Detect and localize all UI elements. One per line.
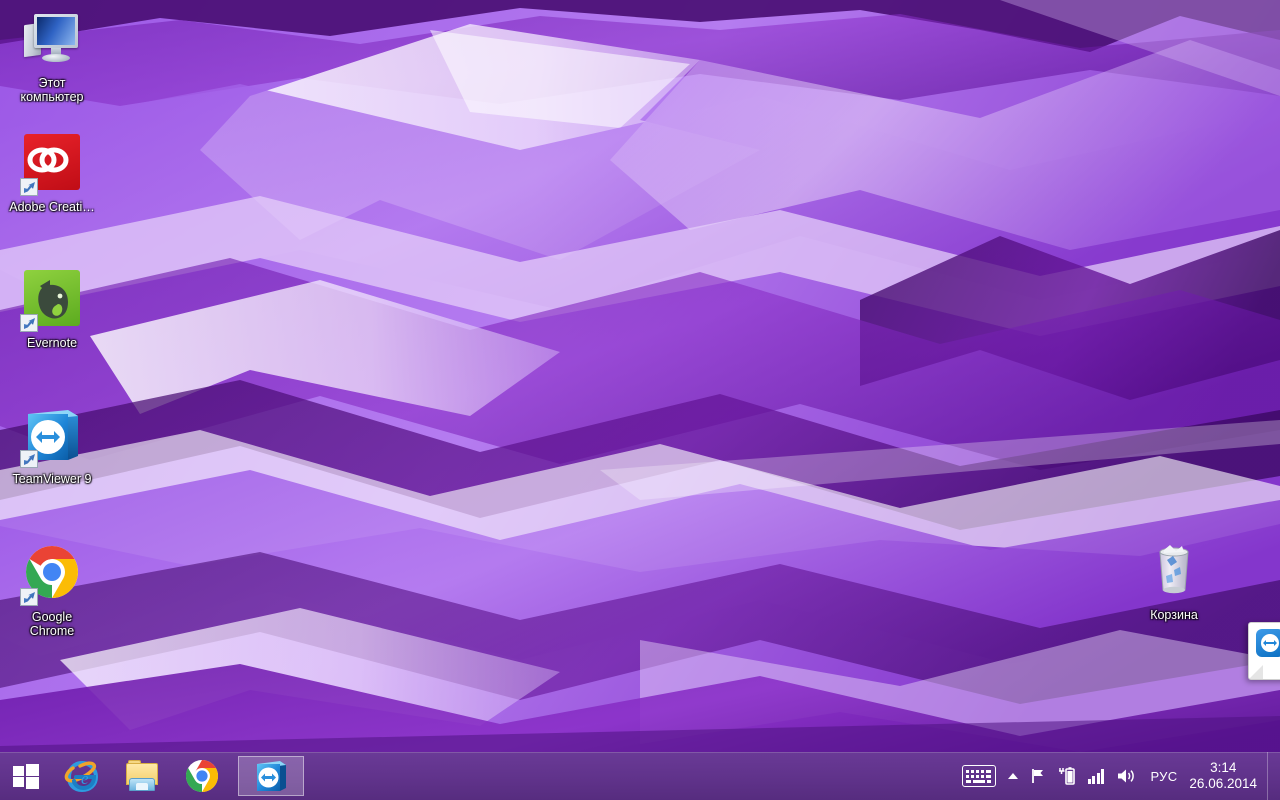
desktop-icon-label: Корзина [1150, 608, 1198, 622]
taskbar-button-teamviewer[interactable] [238, 756, 304, 796]
desktop-icon-label: Evernote [26, 336, 78, 350]
svg-text:e: e [81, 769, 89, 788]
system-tray: РУС 3:14 26.06.2014 [956, 752, 1280, 800]
shortcut-arrow-icon [20, 314, 38, 332]
desktop-icon-google-chrome[interactable]: Google Chrome [8, 542, 96, 638]
teamviewer-arrow-glyph [1261, 634, 1279, 652]
desktop-icon-teamviewer-9[interactable]: TeamViewer 9 [8, 404, 96, 486]
chevron-up-icon [1007, 773, 1018, 779]
desktop-icon-label: Google Chrome [29, 610, 75, 638]
taskbar-button-internet-explorer[interactable]: e [58, 756, 106, 796]
taskbar[interactable]: e РУС 3:14 26.06.2014 [0, 752, 1280, 800]
panel-fold-corner [1249, 665, 1263, 679]
desktop-icon-label: Этот компьютер [20, 76, 84, 104]
clock-date: 26.06.2014 [1189, 776, 1257, 791]
shortcut-arrow-icon [20, 588, 38, 606]
desktop-icon-adobe-cc[interactable]: Adobe Creati… [8, 132, 96, 214]
desktop-icon-label: TeamViewer 9 [12, 472, 92, 486]
battery-charging-icon [1058, 767, 1075, 785]
evernote-icon [20, 268, 84, 332]
recycle-bin-icon [1142, 540, 1206, 604]
chrome-icon [20, 542, 84, 606]
clock-time: 3:14 [1210, 760, 1237, 775]
teamviewer-icon [257, 761, 286, 791]
clock[interactable]: 3:14 26.06.2014 [1185, 760, 1267, 792]
signal-bars-icon [1087, 768, 1105, 784]
speaker-icon [1118, 769, 1135, 783]
shortcut-arrow-icon [20, 178, 38, 196]
tray-power[interactable] [1052, 752, 1082, 800]
adobe-cc-icon [20, 132, 84, 196]
shortcut-arrow-icon [20, 450, 38, 468]
tray-language-indicator[interactable]: РУС [1142, 769, 1185, 784]
tray-touch-keyboard[interactable] [956, 752, 1002, 800]
desktop-icon-label: Adobe Creati… [9, 200, 95, 214]
chrome-icon [185, 759, 219, 793]
desktop[interactable]: Этот компьютер Adobe Creati… Evernote Te… [0, 0, 1280, 800]
start-button[interactable] [0, 752, 52, 800]
teamviewer-notification-panel[interactable] [1248, 622, 1280, 680]
desktop-icon-evernote[interactable]: Evernote [8, 268, 96, 350]
teamviewer-icon [20, 404, 84, 468]
desktop-icon-this-pc[interactable]: Этот компьютер [8, 8, 96, 104]
show-desktop-button[interactable] [1267, 752, 1276, 800]
wallpaper [0, 0, 1280, 800]
taskbar-button-file-explorer[interactable] [118, 756, 166, 796]
teamviewer-icon [1256, 629, 1280, 657]
wallpaper-artwork [0, 0, 1280, 800]
internet-explorer-icon: e [64, 760, 99, 793]
recycle-bin-glyph [1159, 545, 1189, 594]
windows-flag-icon [13, 763, 39, 789]
tray-show-hidden-icons[interactable] [1002, 752, 1024, 800]
tray-volume[interactable] [1110, 752, 1142, 800]
flag-icon [1032, 769, 1043, 783]
computer-icon [20, 8, 84, 72]
keyboard-icon [961, 765, 996, 787]
desktop-icon-recycle-bin[interactable]: Корзина [1130, 540, 1218, 622]
taskbar-button-google-chrome[interactable] [178, 756, 226, 796]
taskbar-buttons: e [52, 752, 310, 800]
file-explorer-icon [125, 759, 159, 793]
tray-action-center[interactable] [1024, 752, 1052, 800]
tray-network[interactable] [1082, 752, 1111, 800]
